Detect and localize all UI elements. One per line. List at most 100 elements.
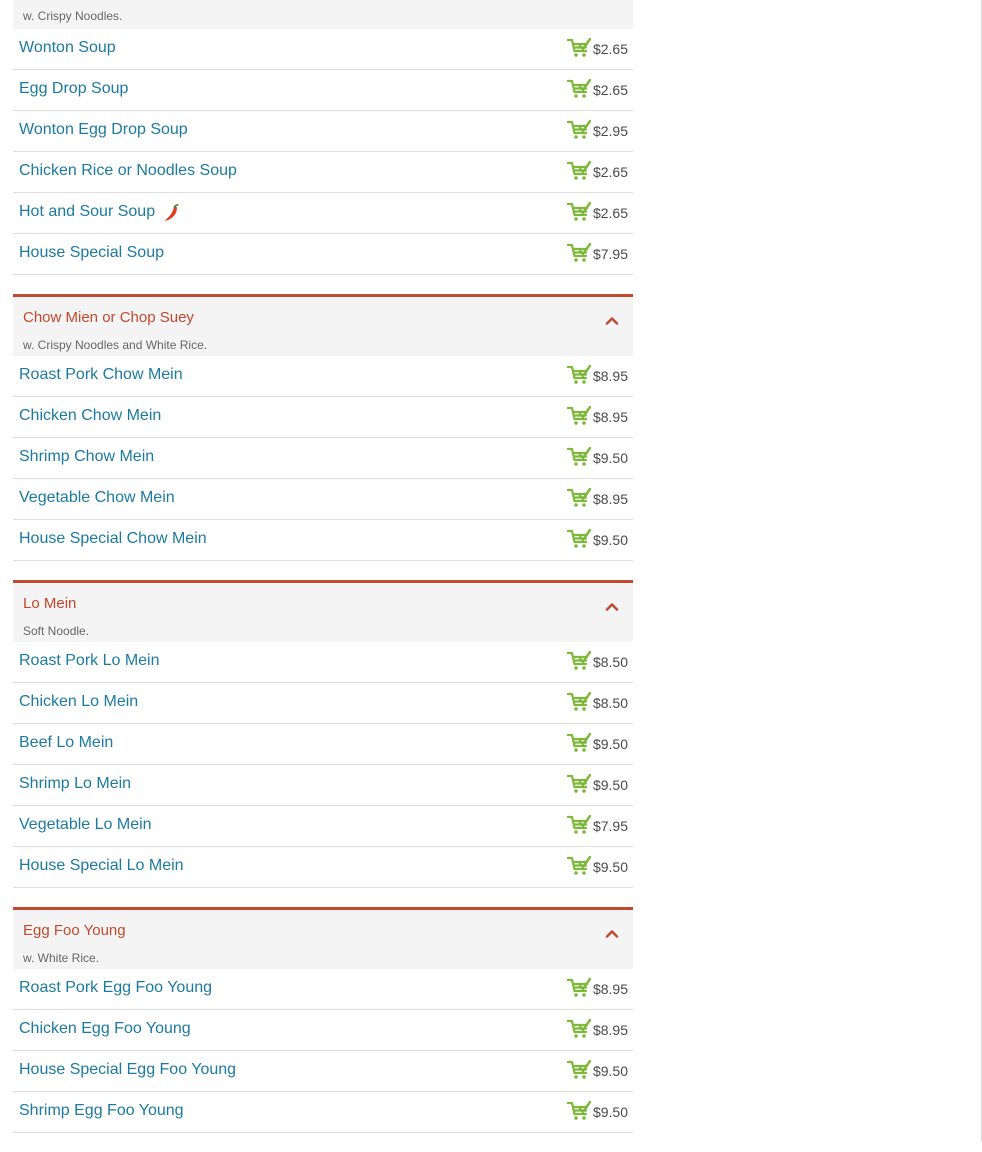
menu-item-name[interactable]: Shrimp Lo Mein <box>19 775 131 793</box>
menu-item-name[interactable]: Shrimp Chow Mein <box>19 448 154 466</box>
category-description: Soft Noodle. <box>23 624 90 638</box>
menu-item-price: $8.95 <box>592 368 628 384</box>
chili-pepper-icon <box>161 203 181 223</box>
menu-item-price: $8.50 <box>592 695 628 711</box>
add-to-cart-icon[interactable] <box>566 37 592 58</box>
add-to-cart-icon[interactable] <box>566 732 592 753</box>
menu-item-name[interactable]: Roast Pork Chow Mein <box>19 366 183 384</box>
menu-item-name[interactable]: Chicken Rice or Noodles Soup <box>19 162 237 180</box>
menu-item-row: Shrimp Chow Mein $9.50 <box>13 438 633 479</box>
menu-item-price: $2.65 <box>592 164 628 180</box>
menu-category: Chow Mien or Chop Suey w. Crispy Noodles … <box>13 294 633 561</box>
menu-item-price: $8.95 <box>592 409 628 425</box>
category-description: w. Crispy Noodles and White Rice. <box>23 338 208 352</box>
add-to-cart-icon[interactable] <box>566 242 592 263</box>
add-to-cart-icon[interactable] <box>566 405 592 426</box>
add-to-cart-icon[interactable] <box>566 1059 592 1080</box>
menu-item-name[interactable]: Chicken Lo Mein <box>19 693 138 711</box>
menu-item-price: $8.95 <box>592 981 628 997</box>
menu-item-row: Shrimp Egg Foo Young $9.50 <box>13 1092 633 1133</box>
add-to-cart-icon[interactable] <box>566 1018 592 1039</box>
menu-item-name[interactable]: House Special Egg Foo Young <box>19 1061 236 1079</box>
menu-item-price: $2.65 <box>592 82 628 98</box>
category-header: Egg Foo Young w. White Rice. <box>13 907 633 969</box>
add-to-cart-icon[interactable] <box>566 528 592 549</box>
add-to-cart-icon[interactable] <box>566 487 592 508</box>
collapse-chevron-icon[interactable] <box>605 598 619 611</box>
menu-item-name[interactable]: Hot and Sour Soup <box>19 203 155 221</box>
add-to-cart-icon[interactable] <box>566 78 592 99</box>
menu-item-price: $2.95 <box>592 123 628 139</box>
category-header: w. Crispy Noodles. <box>13 0 633 29</box>
add-to-cart-icon[interactable] <box>566 650 592 671</box>
category-description: w. Crispy Noodles. <box>23 9 123 23</box>
menu-list: w. Crispy Noodles. Wonton Soup $2.65 Egg Dr… <box>13 0 633 1152</box>
add-to-cart-icon[interactable] <box>566 364 592 385</box>
collapse-chevron-icon[interactable] <box>605 312 619 325</box>
menu-item-row: Egg Drop Soup $2.65 <box>13 70 633 111</box>
menu-item-name[interactable]: Shrimp Egg Foo Young <box>19 1102 184 1120</box>
menu-item-name[interactable]: Beef Lo Mein <box>19 734 113 752</box>
menu-item-row: Chicken Egg Foo Young $8.95 <box>13 1010 633 1051</box>
add-to-cart-icon[interactable] <box>566 201 592 222</box>
menu-item-price: $9.50 <box>592 450 628 466</box>
menu-item-row: Shrimp Lo Mein $9.50 <box>13 765 633 806</box>
menu-item-price: $9.50 <box>592 736 628 752</box>
add-to-cart-icon[interactable] <box>566 855 592 876</box>
menu-item-name[interactable]: Vegetable Lo Mein <box>19 816 152 834</box>
menu-item-row: Hot and Sour Soup $2.65 <box>13 193 633 234</box>
add-to-cart-icon[interactable] <box>566 160 592 181</box>
collapse-chevron-icon[interactable] <box>605 925 619 938</box>
menu-item-name[interactable]: Vegetable Chow Mein <box>19 489 175 507</box>
add-to-cart-icon[interactable] <box>566 119 592 140</box>
add-to-cart-icon[interactable] <box>566 691 592 712</box>
menu-item-name[interactable]: House Special Chow Mein <box>19 530 207 548</box>
menu-category: Egg Foo Young w. White Rice. Roast Pork Eg… <box>13 907 633 1133</box>
menu-item-price: $7.95 <box>592 818 628 834</box>
add-to-cart-icon[interactable] <box>566 446 592 467</box>
menu-item-price: $9.50 <box>592 1063 628 1079</box>
menu-item-price: $8.95 <box>592 1022 628 1038</box>
category-header: Chow Mien or Chop Suey w. Crispy Noodles … <box>13 294 633 356</box>
menu-item-row: Beef Lo Mein $9.50 <box>13 724 633 765</box>
menu-category: Lo Mein Soft Noodle. Roast Pork Lo Mein $8.… <box>13 580 633 888</box>
menu-item-price: $9.50 <box>592 777 628 793</box>
menu-item-row: Roast Pork Chow Mein $8.95 <box>13 356 633 397</box>
menu-item-name[interactable]: Wonton Egg Drop Soup <box>19 121 188 139</box>
menu-item-name[interactable]: Egg Drop Soup <box>19 80 128 98</box>
add-to-cart-icon[interactable] <box>566 1100 592 1121</box>
menu-item-price: $7.95 <box>592 246 628 262</box>
menu-item-name[interactable]: House Special Soup <box>19 244 164 262</box>
menu-item-row: Chicken Rice or Noodles Soup $2.65 <box>13 152 633 193</box>
menu-item-row: Chicken Lo Mein $8.50 <box>13 683 633 724</box>
menu-item-name[interactable]: Roast Pork Lo Mein <box>19 652 160 670</box>
add-to-cart-icon[interactable] <box>566 773 592 794</box>
category-title: Lo Mein <box>23 595 77 612</box>
add-to-cart-icon[interactable] <box>566 977 592 998</box>
menu-item-price: $2.65 <box>592 205 628 221</box>
category-description: w. White Rice. <box>23 951 100 965</box>
menu-item-name[interactable]: Wonton Soup <box>19 39 116 57</box>
menu-item-price: $2.65 <box>592 41 628 57</box>
menu-item-name[interactable]: Chicken Chow Mein <box>19 407 161 425</box>
menu-item-name[interactable]: House Special Lo Mein <box>19 857 184 875</box>
menu-item-name[interactable]: Chicken Egg Foo Young <box>19 1020 191 1038</box>
menu-item-row: Vegetable Lo Mein $7.95 <box>13 806 633 847</box>
add-to-cart-icon[interactable] <box>566 814 592 835</box>
menu-item-row: Chicken Chow Mein $8.95 <box>13 397 633 438</box>
menu-item-row: Roast Pork Egg Foo Young $8.95 <box>13 969 633 1010</box>
menu-item-price: $9.50 <box>592 1104 628 1120</box>
menu-item-price: $9.50 <box>592 859 628 875</box>
menu-item-row: House Special Chow Mein $9.50 <box>13 520 633 561</box>
category-title: Chow Mien or Chop Suey <box>23 309 194 326</box>
category-header: Lo Mein Soft Noodle. <box>13 580 633 642</box>
menu-item-name[interactable]: Roast Pork Egg Foo Young <box>19 979 212 997</box>
menu-item-row: Wonton Soup $2.65 <box>13 29 633 70</box>
menu-item-row: Roast Pork Lo Mein $8.50 <box>13 642 633 683</box>
menu-item-price: $8.50 <box>592 654 628 670</box>
menu-item-price: $9.50 <box>592 532 628 548</box>
menu-item-row: House Special Egg Foo Young $9.50 <box>13 1051 633 1092</box>
menu-category: w. Crispy Noodles. Wonton Soup $2.65 Egg Dr… <box>13 0 633 275</box>
menu-item-row: Wonton Egg Drop Soup $2.95 <box>13 111 633 152</box>
menu-item-row: Vegetable Chow Mein $8.95 <box>13 479 633 520</box>
